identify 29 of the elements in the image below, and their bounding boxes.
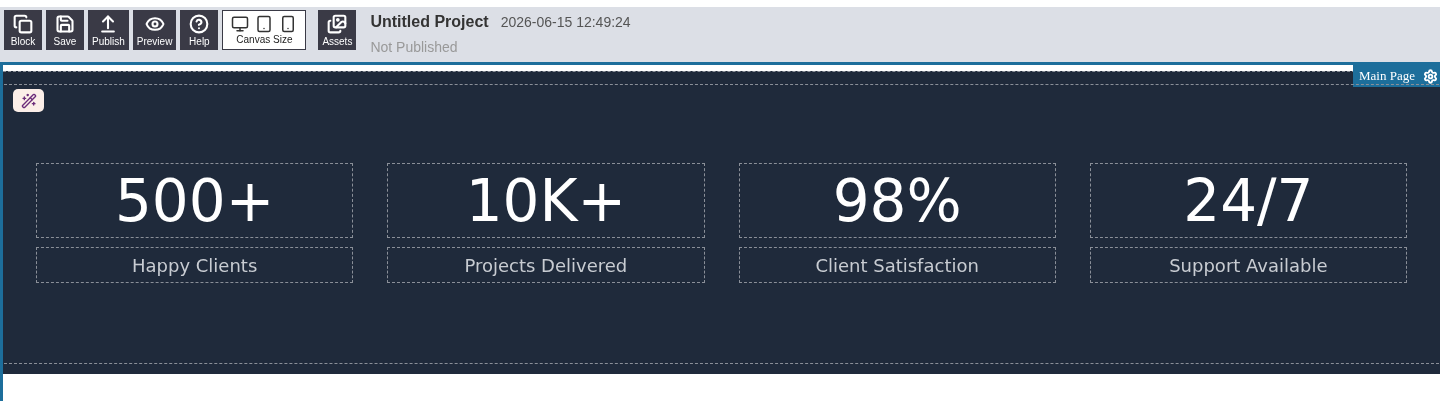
- toolbar-button[interactable]: Publish: [88, 10, 129, 50]
- toolbar-button[interactable]: Preview: [132, 10, 177, 50]
- save-icon: [55, 13, 75, 34]
- images-icon: [327, 13, 348, 34]
- copy-icon: [13, 13, 33, 34]
- project-title: Untitled Project: [370, 12, 489, 32]
- canvas-size-button[interactable]: Canvas Size: [222, 10, 307, 50]
- monitor-icon[interactable]: [231, 15, 250, 33]
- stat-label: Support Available: [1089, 247, 1407, 283]
- toolbar-button[interactable]: Assets: [318, 10, 357, 50]
- magic-wand-icon: [20, 92, 37, 109]
- project-timestamp: 2026-06-15 12:49:24: [500, 13, 631, 32]
- toolbar-button[interactable]: Save: [46, 10, 84, 50]
- publish-status: Not Published: [370, 38, 459, 57]
- help-icon: [189, 13, 210, 34]
- stat-label: Projects Delivered: [387, 247, 705, 283]
- magic-wand-button[interactable]: [13, 89, 44, 112]
- toolbar-button[interactable]: Help: [180, 10, 219, 50]
- settings-icon[interactable]: [1423, 68, 1438, 84]
- stat-value: 500+: [36, 163, 354, 238]
- page-tab-label[interactable]: Main Page: [1359, 66, 1415, 86]
- stat-value: 98%: [738, 163, 1056, 238]
- stat-label: Client Satisfaction: [738, 247, 1056, 283]
- stat-label: Happy Clients: [36, 247, 354, 283]
- stat-value: 10K+: [387, 163, 705, 238]
- stat-value: 24/7: [1089, 163, 1407, 238]
- tablet-icon[interactable]: [255, 15, 274, 33]
- toolbar-button[interactable]: Block: [4, 10, 42, 50]
- page-tab[interactable]: Main Page: [1353, 65, 1440, 87]
